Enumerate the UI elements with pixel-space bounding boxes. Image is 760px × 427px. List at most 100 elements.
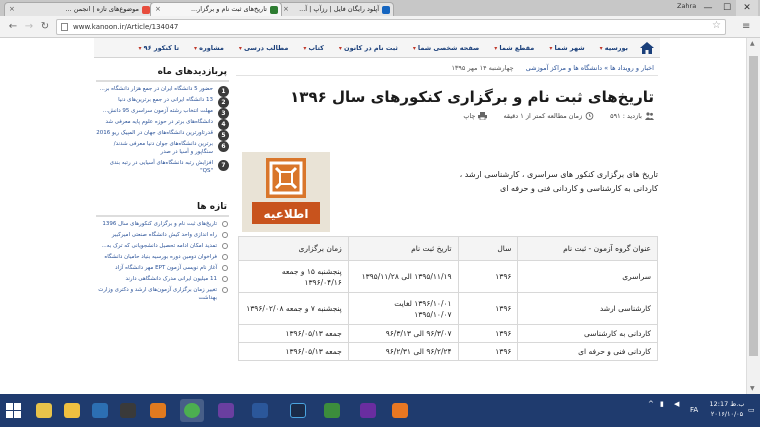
nav-item-books[interactable]: کتاب — [303, 44, 324, 52]
browser-tab[interactable]: موضوع‌های تازه | انجمن ... × — [4, 2, 154, 16]
tab-title: موضوع‌های تازه | انجمن ... — [65, 5, 139, 13]
popular-item[interactable]: 1 حضور 5 دانشگاه ایران در جمع هزار دانشگا… — [96, 85, 229, 97]
address-bar[interactable]: www.kanoon.ir/Article/134047 — [56, 19, 726, 35]
bullet-icon — [222, 254, 228, 260]
cell-registration: ۹۶/۲/۲۴ الی ۹۶/۲/۳۱ — [347, 342, 459, 361]
page-icon — [61, 23, 68, 31]
word-app-icon[interactable] — [248, 399, 272, 422]
cell-year: ۱۳۹۶ — [457, 342, 519, 361]
game-app-icon[interactable] — [320, 399, 344, 422]
breadcrumb-links[interactable]: اخبار و رویداد ها » دانشگاه ها و مراکز آ… — [526, 64, 654, 72]
popular-item[interactable]: 3 مهلت انتخاب رشته آزمون سراسری 95 دانش..… — [96, 107, 229, 119]
yahoo-app-icon[interactable] — [356, 399, 380, 422]
media-app-icon[interactable] — [116, 399, 140, 422]
back-arrow-icon[interactable]: ← — [6, 20, 20, 34]
bullet-icon — [222, 265, 228, 271]
popular-item-link[interactable]: مهلت انتخاب رشته آزمون سراسری 95 دانش... — [103, 108, 213, 114]
scroll-thumb[interactable] — [749, 56, 758, 356]
list-item[interactable]: آغاز نام نویسی آزمون EPT مهر دانشگاه آزا… — [96, 264, 229, 272]
scroll-up-icon[interactable]: ▲ — [750, 40, 755, 47]
nav-item-counseling[interactable]: مشاوره — [194, 44, 224, 52]
browser-tab[interactable]: آپلود رایگان فایل | رزآپ | آ... × — [278, 2, 394, 16]
site-nav: بورسیه شهر شما مقطع شما صفحه شخصی شما ثب… — [94, 38, 660, 58]
popular-item[interactable]: 4 دانشگاه‌های برتر در حوزه علوم پایه معرف… — [96, 118, 229, 130]
popular-item[interactable]: 7 افزایش رتبه دانشگاه‌های آسیایی در رتبه … — [96, 159, 229, 175]
new-item-link[interactable]: تاریخ‌های ثبت نام و برگزاری کنکورهای سال… — [102, 221, 217, 227]
photoshop-app-icon[interactable] — [286, 399, 310, 422]
nav-item-lessons[interactable]: مطالب درسی — [239, 44, 288, 52]
rank-badge: 7 — [218, 160, 229, 171]
store-app-icon[interactable] — [88, 399, 112, 422]
page-scrollbar[interactable]: ▲ ▼ — [746, 38, 760, 394]
print-label[interactable]: چاپ — [463, 112, 475, 120]
clock-date: ۲۰۱۶/۱۰/۰۵ — [710, 410, 744, 418]
list-item[interactable]: تمدید امکان ادامه تحصیل دانشجویانی که تر… — [96, 242, 229, 250]
network-icon[interactable]: ▮ — [660, 400, 664, 408]
nav-item-personal-page[interactable]: صفحه شخصی شما — [413, 44, 479, 52]
popular-item-link[interactable]: 13 دانشگاه ایرانی در جمع برترین‌های دنیا — [118, 97, 213, 103]
url-text[interactable]: www.kanoon.ir/Article/134047 — [73, 23, 178, 31]
popular-item[interactable]: 5 قدرتاورترین دانشگاه‌های جهان در المپیک … — [96, 129, 229, 141]
popular-item-link[interactable]: قدرتاورترین دانشگاه‌های جهان در المپیک ر… — [96, 130, 213, 136]
popular-item-link[interactable]: حضور 5 دانشگاه ایران در جمع هزار دانشگاه… — [100, 86, 213, 92]
list-item[interactable]: تاریخ‌های ثبت نام و برگزاری کنکورهای سال… — [96, 220, 229, 228]
new-item-link[interactable]: فراخوان دومین دوره بورسیه بنیاد حامیان د… — [104, 254, 217, 260]
cell-registration: ۱۳۹۶/۱۰/۰۱ لغایت ۱۳۹۵/۱۰/۰۷ — [347, 292, 459, 325]
new-item-link[interactable]: آغاز نام نویسی آزمون EPT مهر دانشگاه آزا… — [115, 265, 217, 271]
forward-arrow-icon[interactable]: → — [22, 20, 36, 34]
nav-item-city[interactable]: شهر شما — [549, 44, 584, 52]
nav-item-konkur96[interactable]: تا کنکور ۹۶ — [139, 44, 179, 52]
list-item[interactable]: 11 میلیون ایرانی مدرک دانشگاهی دارند — [96, 275, 229, 283]
popular-item[interactable]: 6 برترین دانشگاه‌های جوان دنیا معرفی شدند… — [96, 140, 229, 156]
home-icon[interactable] — [640, 41, 654, 54]
tray-arrow-icon[interactable]: ^ — [648, 400, 654, 408]
bookmark-star-icon[interactable]: ☆ — [712, 19, 721, 33]
profile-name[interactable]: Zahra — [677, 2, 696, 10]
windows-start-icon[interactable] — [6, 403, 21, 418]
nav-item-grade[interactable]: مقطع شما — [494, 44, 534, 52]
popular-item[interactable]: 2 13 دانشگاه ایرانی در جمع برترین‌های دنی… — [96, 96, 229, 108]
close-window-icon[interactable]: ✕ — [736, 0, 758, 16]
popular-item-link[interactable]: دانشگاه‌های برتر در حوزه علوم پایه معرفی… — [105, 119, 213, 125]
tab-close-icon[interactable]: × — [155, 3, 161, 16]
list-item[interactable]: راه اندازی واحد کیش دانشگاه صنعتی امیرکب… — [96, 231, 229, 239]
cell-exam-time: پنجشنبه ۷ و جمعه ۱۳۹۶/۰۲/۰۸ — [238, 292, 349, 325]
paint-app-icon[interactable] — [32, 399, 56, 422]
new-items-sidebar: تازه ها تاریخ‌های ثبت نام و برگزاری کنکو… — [96, 199, 229, 302]
scroll-down-icon[interactable]: ▼ — [750, 385, 755, 392]
volume-icon[interactable]: ◀ — [674, 400, 679, 408]
col-header-registration: تاریخ ثبت نام — [347, 236, 459, 261]
language-indicator[interactable]: FA — [690, 406, 698, 414]
views-count: بازدید : ۵۹۱ — [610, 112, 654, 120]
maximize-icon[interactable]: ☐ — [716, 0, 738, 16]
media-player-icon[interactable] — [146, 399, 170, 422]
player-app-icon[interactable] — [388, 399, 412, 422]
popular-item-link[interactable]: افزایش رتبه دانشگاه‌های آسیایی در رتبه ب… — [110, 160, 213, 174]
cell-title: سراسری — [517, 260, 658, 293]
browser-tab-active[interactable]: تاریخ‌های ثبت نام و برگزار... × — [150, 2, 282, 16]
visual-studio-icon[interactable] — [214, 399, 238, 422]
tab-close-icon[interactable]: × — [283, 3, 289, 16]
reload-icon[interactable]: ↻ — [38, 20, 52, 34]
nav-item-scholarship[interactable]: بورسیه — [600, 44, 628, 52]
menu-icon[interactable]: ≡ — [742, 20, 750, 34]
cell-registration: ۱۳۹۵/۱۱/۱۹ الی ۱۳۹۵/۱۱/۲۸ — [347, 260, 459, 293]
popular-item-link[interactable]: برترین دانشگاه‌های جوان دنیا معرفی شدند/… — [114, 141, 213, 155]
printer-icon — [478, 112, 488, 120]
col-header-title: عنوان گروه آزمون - ثبت نام — [517, 236, 658, 261]
bullet-icon — [222, 232, 228, 238]
new-item-link[interactable]: 11 میلیون ایرانی مدرک دانشگاهی دارند — [125, 276, 217, 282]
new-item-link[interactable]: راه اندازی واحد کیش دانشگاه صنعتی امیرکب… — [112, 232, 217, 238]
notifications-icon[interactable]: ▭ — [748, 406, 755, 414]
table-header-row: عنوان گروه آزمون - ثبت نام سال تاریخ ثبت… — [238, 236, 658, 261]
taskbar-clock[interactable]: ب.ظ 12:17 ۲۰۱۶/۱۰/۰۵ — [708, 399, 746, 419]
list-item[interactable]: فراخوان دومین دوره بورسیه بنیاد حامیان د… — [96, 253, 229, 261]
nav-item-register[interactable]: ثبت نام در کانون — [339, 44, 398, 52]
print-button[interactable]: چاپ — [463, 112, 488, 120]
new-item-link[interactable]: تمدید امکان ادامه تحصیل دانشجویانی که تر… — [102, 243, 217, 249]
file-explorer-icon[interactable] — [60, 399, 84, 422]
list-item[interactable]: تغییر زمان برگزاری آزمون‌های ارشد و دکتر… — [96, 286, 229, 302]
chrome-app-icon[interactable] — [180, 399, 204, 422]
tab-close-icon[interactable]: × — [9, 3, 15, 16]
new-item-link[interactable]: تغییر زمان برگزاری آزمون‌های ارشد و دکتر… — [98, 287, 217, 301]
